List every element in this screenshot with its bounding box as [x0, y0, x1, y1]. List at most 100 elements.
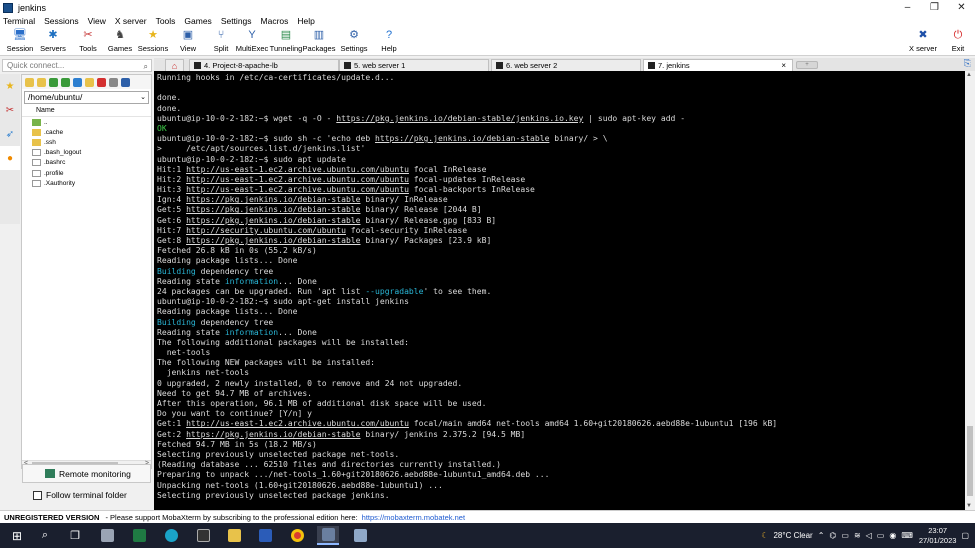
sync-icon[interactable] [109, 77, 118, 87]
sidebar-tab-sessions[interactable]: ★ [0, 74, 20, 98]
chevron-down-icon[interactable]: ⌄ [140, 92, 146, 103]
clock[interactable]: 23:07 27/01/2023 [919, 526, 957, 546]
refresh-icon[interactable] [37, 77, 46, 87]
vertical-scrollbar[interactable]: ▲ ▼ [965, 71, 975, 510]
task-view-button[interactable]: ❐ [64, 526, 86, 545]
tab-web-server-1[interactable]: 5. web server 1 [339, 59, 489, 71]
taskbar-app-edge[interactable] [160, 526, 182, 545]
list-item[interactable]: .. [22, 117, 151, 127]
search-button[interactable]: ⌕ [34, 526, 56, 545]
terminal-link[interactable]: http://us-east-1.ec2.archive.ubuntu.com/… [186, 165, 409, 174]
terminal-link[interactable]: https://pkg.jenkins.io/debian-stable [186, 236, 360, 245]
sidebar-tab-tools[interactable]: ✂ [0, 98, 20, 122]
terminal-link[interactable]: https://pkg.jenkins.io/debian-stable/jen… [336, 114, 583, 123]
scrollbar-thumb[interactable] [967, 426, 973, 496]
list-item[interactable]: .Xauthority [22, 178, 151, 188]
wifi-icon[interactable]: ≋ [854, 531, 861, 540]
close-button[interactable]: ✕ [948, 0, 975, 15]
tab-web-server-2[interactable]: 6. web server 2 [491, 59, 641, 71]
taskbar-app-notes[interactable] [349, 526, 371, 545]
taskbar-app-chrome[interactable] [286, 526, 308, 545]
terminal-link[interactable]: http://us-east-1.ec2.archive.ubuntu.com/… [186, 175, 409, 184]
exit-button[interactable]: ⏻ Exit [943, 28, 973, 55]
packages-button[interactable]: ▥ Packages [303, 28, 336, 55]
scroll-up-icon[interactable]: ▲ [966, 72, 972, 78]
delete-icon[interactable] [97, 77, 106, 87]
new-file-icon[interactable] [85, 77, 94, 87]
terminal-link[interactable]: http://security.ubuntu.com/ubuntu [186, 226, 346, 235]
upload-icon[interactable] [61, 77, 70, 87]
menu-item-view[interactable]: View [88, 16, 106, 26]
split-button[interactable]: ⑂ Split [205, 28, 237, 55]
menu-item-x-server[interactable]: X server [115, 16, 147, 26]
menu-item-tools[interactable]: Tools [156, 16, 176, 26]
taskbar-app-mobaxterm[interactable] [317, 526, 339, 545]
taskbar-app-excel[interactable] [128, 526, 150, 545]
settings-button[interactable]: ⚙ Settings [338, 28, 370, 55]
menu-item-settings[interactable]: Settings [221, 16, 252, 26]
chevron-up-icon[interactable]: ⌃ [818, 531, 825, 540]
display-icon[interactable]: ▭ [841, 531, 849, 540]
new-tab-button[interactable]: + [796, 61, 818, 69]
terminal-link[interactable]: https://pkg.jenkins.io/debian-stable [375, 134, 549, 143]
weather-text[interactable]: 28°C Clear [773, 531, 812, 540]
menu-item-terminal[interactable]: Terminal [3, 16, 35, 26]
download-icon[interactable] [49, 77, 58, 87]
terminal-output[interactable]: Running hooks in /etc/ca-certificates/up… [154, 71, 965, 510]
notifications-icon[interactable]: ▢ [961, 531, 969, 540]
menu-item-help[interactable]: Help [297, 16, 314, 26]
taskbar-app-db[interactable] [96, 526, 118, 545]
scroll-down-icon[interactable]: ▼ [966, 503, 972, 509]
list-item[interactable]: .profile [22, 168, 151, 178]
volume-icon[interactable]: ◁ [866, 531, 872, 540]
games-button[interactable]: ♞ Games [104, 28, 136, 55]
terminal-link[interactable]: https://pkg.jenkins.io/debian-stable [186, 195, 360, 204]
taskbar-app-terminal[interactable] [192, 526, 214, 545]
terminal-link[interactable]: https://pkg.jenkins.io/debian-stable [186, 216, 360, 225]
menu-item-sessions[interactable]: Sessions [44, 16, 79, 26]
minimize-button[interactable]: – [894, 0, 921, 15]
follow-terminal-folder-checkbox[interactable] [33, 490, 42, 500]
remote-monitoring-button[interactable]: Remote monitoring [22, 464, 151, 483]
terminal-link[interactable]: http://us-east-1.ec2.archive.ubuntu.com/… [186, 185, 409, 194]
taskbar-app-word[interactable] [254, 526, 276, 545]
sidebar-tab-macros[interactable]: ➶ [0, 122, 20, 146]
servers-button[interactable]: ✱ Servers [37, 28, 69, 55]
terminal-link[interactable]: http://us-east-1.ec2.archive.ubuntu.com/… [186, 419, 409, 428]
maximize-button[interactable]: ❐ [921, 0, 948, 15]
menu-item-macros[interactable]: Macros [261, 16, 289, 26]
network-icon[interactable]: ⌬ [829, 531, 836, 540]
menu-item-games[interactable]: Games [184, 16, 211, 26]
tab-project-8-apache-lb[interactable]: 4. Project-8-apache-lb [189, 59, 339, 71]
attachment-icon[interactable]: ⎘ [964, 58, 971, 69]
start-button[interactable]: ⊞ [6, 526, 28, 545]
close-tab-icon[interactable]: × [781, 61, 786, 70]
session-button[interactable]: 🖥 Session [4, 28, 36, 55]
sessions-button[interactable]: ★ Sessions [137, 28, 169, 55]
list-item[interactable]: .bashrc [22, 158, 151, 168]
follow-terminal-folder[interactable]: Follow terminal folder [33, 490, 127, 500]
terminal-link[interactable]: https://pkg.jenkins.io/debian-stable [186, 205, 360, 214]
help-button[interactable]: ? Help [373, 28, 405, 55]
tab-jenkins[interactable]: 7. jenkins × [643, 59, 793, 71]
tools-button[interactable]: ✂ Tools [72, 28, 104, 55]
home-tab[interactable]: ⌂ [165, 59, 184, 71]
language-icon[interactable]: ⌨ [901, 531, 913, 540]
list-item[interactable]: .ssh [22, 137, 151, 147]
chrome-tray-icon[interactable]: ◉ [889, 531, 896, 540]
list-item[interactable]: .bash_logout [22, 148, 151, 158]
bookmark-icon[interactable] [121, 77, 130, 87]
new-folder-icon[interactable] [73, 77, 82, 87]
list-item[interactable]: .cache [22, 127, 151, 137]
view-button[interactable]: ▣ View [172, 28, 204, 55]
terminal-link[interactable]: https://pkg.jenkins.io/debian-stable [186, 430, 360, 439]
up-folder-icon[interactable] [25, 77, 34, 87]
mobaxterm-link[interactable]: https://mobaxterm.mobatek.net [362, 513, 465, 522]
sftp-column-header[interactable]: Name [22, 106, 151, 117]
multiexec-button[interactable]: Y MultiExec [236, 28, 269, 55]
sidebar-tab-sftp[interactable]: ● [0, 146, 20, 170]
taskbar-app-explorer[interactable] [223, 526, 245, 545]
sftp-path-field[interactable]: /home/ubuntu/ ⌄ [24, 91, 149, 104]
battery-icon[interactable]: ▭ [877, 531, 885, 540]
x-server-button[interactable]: ✖ X server [908, 28, 938, 55]
